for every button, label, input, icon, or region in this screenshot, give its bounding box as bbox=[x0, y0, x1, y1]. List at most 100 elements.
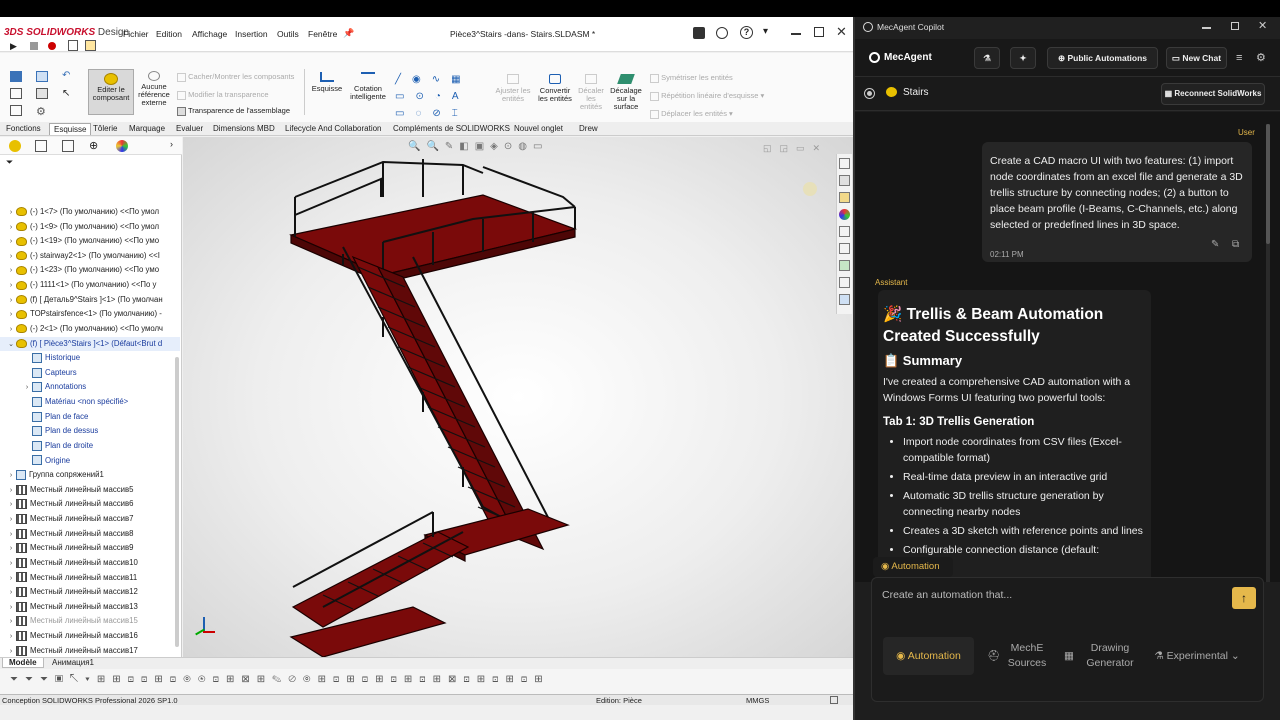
tree-scrollbar[interactable] bbox=[175, 357, 179, 647]
tab-esquisse[interactable]: Esquisse bbox=[49, 123, 92, 135]
convert-entities-button[interactable]: Convertir les entités bbox=[534, 71, 576, 117]
tree-item[interactable]: Historique bbox=[0, 351, 180, 366]
minimize-icon[interactable] bbox=[791, 33, 801, 35]
chevron-right-icon[interactable]: › bbox=[6, 206, 16, 220]
tree-item[interactable]: › Местный линейный массив13 bbox=[0, 600, 180, 615]
maximize-icon[interactable] bbox=[1231, 22, 1239, 30]
macro-icon[interactable] bbox=[68, 40, 78, 51]
sketch-button[interactable]: Esquisse bbox=[308, 69, 346, 115]
trim-entities-button[interactable]: Ajuster les entités bbox=[493, 71, 533, 117]
new-icon[interactable] bbox=[10, 88, 22, 99]
forum-icon[interactable] bbox=[839, 277, 850, 288]
solidworks-3dexperience-icon[interactable] bbox=[839, 294, 850, 305]
tree-item[interactable]: › Местный линейный массив9 bbox=[0, 541, 180, 556]
menu-insertion[interactable]: Insertion bbox=[235, 29, 268, 39]
smart-dimension-button[interactable]: Cotation intelligente bbox=[347, 69, 389, 115]
public-automations-button[interactable]: ⊕ Public Automations bbox=[1047, 47, 1158, 69]
tree-item[interactable]: › Местный линейный массив6 bbox=[0, 497, 180, 512]
menu-edition[interactable]: Edition bbox=[156, 29, 182, 39]
appearances-icon[interactable] bbox=[839, 209, 850, 220]
tab-drew[interactable]: Drew bbox=[575, 123, 602, 134]
customize-icon[interactable] bbox=[830, 696, 838, 704]
copy-icon[interactable]: ⧉ bbox=[1232, 237, 1239, 253]
print-icon[interactable] bbox=[36, 88, 48, 99]
view-palette-icon[interactable] bbox=[839, 243, 850, 254]
undo-icon[interactable]: ↶ bbox=[62, 70, 70, 81]
tab-nouvel-onglet[interactable]: Nouvel onglet bbox=[510, 123, 567, 134]
tab-evaluer[interactable]: Evaluer bbox=[172, 123, 207, 134]
maximize-icon[interactable] bbox=[814, 27, 824, 37]
menu-fenetre[interactable]: Fenêtre bbox=[308, 29, 337, 39]
close-icon[interactable]: ✕ bbox=[1258, 19, 1267, 32]
tree-item[interactable]: Matériau <non spécifié> bbox=[0, 395, 180, 410]
tab-model[interactable]: Modèle bbox=[2, 658, 44, 668]
chevron-right-icon[interactable]: › bbox=[6, 235, 16, 249]
chevron-right-icon[interactable]: › bbox=[6, 498, 16, 512]
reconnect-solidworks-button[interactable]: ▦ Reconnect SolidWorks bbox=[1161, 83, 1265, 105]
linear-pattern[interactable]: Répétition linéaire d'esquisse ▾ bbox=[650, 91, 764, 101]
user-icon[interactable] bbox=[716, 27, 728, 39]
modify-transparency[interactable]: Modifier la transparence bbox=[177, 90, 269, 100]
chevron-right-icon[interactable]: › bbox=[6, 513, 16, 527]
chevron-down-icon[interactable]: ⌄ bbox=[6, 338, 16, 352]
feature-manager-icon[interactable] bbox=[9, 140, 21, 152]
tree-item[interactable]: › Местный линейный массив16 bbox=[0, 629, 180, 644]
mirror-entities[interactable]: Symétriser les entités bbox=[650, 73, 733, 83]
appearance-icon[interactable] bbox=[116, 140, 128, 152]
edit-icon[interactable]: ✎ bbox=[1211, 237, 1219, 253]
tree-item[interactable]: Capteurs bbox=[0, 366, 180, 381]
tab-fonctions[interactable]: Fonctions bbox=[2, 123, 45, 134]
configuration-manager-icon[interactable] bbox=[62, 140, 74, 152]
chevron-right-icon[interactable]: › bbox=[6, 469, 16, 483]
chevron-right-icon[interactable]: › bbox=[6, 308, 16, 322]
tree-item[interactable]: Plan de dessus bbox=[0, 424, 180, 439]
chevron-right-icon[interactable]: › bbox=[6, 615, 16, 629]
pin-icon[interactable]: 📌 bbox=[343, 28, 354, 39]
chevron-right-icon[interactable]: › bbox=[6, 323, 16, 337]
home-icon[interactable] bbox=[10, 71, 22, 82]
options-icon[interactable] bbox=[10, 105, 22, 116]
chevron-right-icon[interactable]: › bbox=[6, 484, 16, 498]
send-button[interactable]: ↑ bbox=[1232, 587, 1256, 609]
chevron-down-icon[interactable]: ▾ bbox=[763, 26, 768, 37]
tab-lifecycle-and-collaboration[interactable]: Lifecycle And Collaboration bbox=[281, 123, 386, 134]
chevron-right-icon[interactable]: › bbox=[6, 294, 16, 308]
chevron-right-icon[interactable]: › bbox=[6, 264, 16, 278]
tab-marquage[interactable]: Marquage bbox=[125, 123, 169, 134]
tab-t-lerie[interactable]: Tôlerie bbox=[89, 123, 121, 134]
chevron-right-icon[interactable]: › bbox=[6, 586, 16, 600]
tree-item[interactable]: Plan de droite bbox=[0, 439, 180, 454]
macro-edit-icon[interactable] bbox=[85, 40, 96, 51]
offset-entities-button[interactable]: Décaler les entités bbox=[575, 71, 607, 117]
menu-icon[interactable]: ≡ bbox=[1236, 52, 1242, 64]
graphics-area[interactable]: 🔍🔍✎◧▣◈⊙◍▭ ◱◲▭✕ bbox=[183, 137, 853, 657]
tree-item[interactable]: › Местный линейный массив15 bbox=[0, 614, 180, 629]
tree-item[interactable]: › Местный линейный массив10 bbox=[0, 556, 180, 571]
menu-fichier[interactable]: Fichier bbox=[123, 29, 149, 39]
toolbox-icon[interactable] bbox=[839, 260, 850, 271]
chevron-right-icon[interactable]: › bbox=[6, 279, 16, 293]
tree-item[interactable]: Origine bbox=[0, 454, 180, 469]
tab-dimensions-mbd[interactable]: Dimensions MBD bbox=[209, 123, 279, 134]
tree-item[interactable]: ⌄ (f) [ Pièce3^Stairs ]<1> (Défaut<Brut d bbox=[0, 336, 180, 352]
custom-properties-icon[interactable] bbox=[839, 226, 850, 237]
close-icon[interactable]: ✕ bbox=[836, 24, 847, 40]
tree-item[interactable]: › (-) 1<19> (По умолчанию) <<По умо bbox=[0, 234, 180, 249]
new-chat-button[interactable]: ▭ New Chat bbox=[1166, 47, 1227, 69]
tree-item[interactable]: › Местный линейный массив12 bbox=[0, 585, 180, 600]
edit-component-button[interactable]: Editer le composant bbox=[88, 69, 134, 115]
chevron-right-icon[interactable]: › bbox=[6, 601, 16, 615]
stop-icon[interactable] bbox=[30, 42, 38, 50]
radio-icon[interactable] bbox=[864, 88, 875, 99]
dimxpert-icon[interactable]: ⊕ bbox=[89, 139, 98, 152]
tree-item[interactable]: › Местный линейный массив11 bbox=[0, 571, 180, 586]
tree-item[interactable]: › Местный линейный массив5 bbox=[0, 483, 180, 498]
no-external-reference-button[interactable]: Aucune référence externe bbox=[136, 69, 172, 115]
tree-item[interactable]: › (-) 1111<1> (По умолчанию) <<По у bbox=[0, 278, 180, 293]
chevron-right-icon[interactable]: › bbox=[22, 381, 32, 395]
mode-drawing-generator[interactable]: ▦ Drawing Generator bbox=[1060, 637, 1140, 675]
tree-item[interactable]: › (-) 1<7> (По умолчанию) <<По умол bbox=[0, 205, 180, 220]
help-icon[interactable]: ? bbox=[740, 26, 753, 39]
tree-item[interactable]: › TOPstairsfence<1> (По умолчанию) - bbox=[0, 307, 180, 322]
tree-item[interactable]: › Местный линейный массив8 bbox=[0, 527, 180, 542]
